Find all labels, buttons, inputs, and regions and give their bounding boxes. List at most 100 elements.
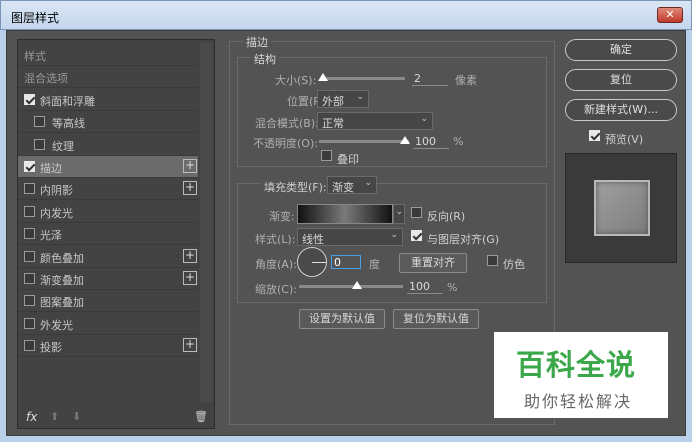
sidebar-item[interactable]: 内发光 [18,201,198,223]
add-effect-icon[interactable]: + [183,248,197,263]
watermark-subtitle: 助你轻松解决 [524,392,633,411]
sidebar-item-label: 内阴影 [40,184,73,198]
preview-shape [594,180,650,236]
reset-alignment-label: 重置对齐 [411,256,455,269]
preview-checkbox[interactable] [589,130,600,141]
reset-button[interactable]: 复位 [565,69,677,91]
sidebar-item-checkbox[interactable] [24,161,35,172]
sidebar-item-label: 投影 [40,341,62,355]
position-select[interactable]: 外部 ⌄ [317,90,369,108]
angle-unit: 度 [369,258,380,271]
angle-input[interactable]: 0 [331,255,361,269]
preview-label: 预览(V) [605,133,644,146]
opacity-input[interactable]: 100 [413,135,449,149]
opacity-slider[interactable] [319,140,409,143]
sidebar-item[interactable]: 内阴影 + [18,178,198,201]
sidebar-item-label: 图案叠加 [40,296,84,310]
sidebar-item-checkbox[interactable] [24,295,35,307]
gradient-label: 渐变: [269,210,295,223]
list-scrollbar[interactable] [200,42,212,402]
style-select[interactable]: 线性 ⌄ [297,228,403,246]
sidebar-item[interactable]: 颜色叠加 + [18,246,198,268]
gradient-swatch[interactable] [297,204,393,224]
size-slider-thumb[interactable] [318,73,328,81]
gradient-picker-button[interactable]: ⌄ [393,204,405,224]
angle-dial[interactable] [297,247,327,277]
set-default-button[interactable]: 设置为默认值 [299,309,385,329]
chevron-down-icon: ⌄ [390,230,398,240]
scale-unit: % [447,281,458,294]
overprint-checkbox[interactable] [321,150,332,161]
sidebar-item-label: 等高线 [52,117,85,131]
size-slider[interactable] [321,77,405,80]
sidebar-item[interactable]: 混合选项 [18,66,198,89]
sidebar-item-label: 混合选项 [24,72,68,86]
fill-type-select[interactable]: 渐变 ⌄ [327,176,377,194]
sidebar-item-label: 渐变叠加 [40,274,84,287]
fill-type-value: 渐变 [332,181,354,194]
blend-mode-label: 混合模式(B): [255,117,319,130]
sidebar-item-label: 斜面和浮雕 [40,94,95,108]
window-title: 图层样式 [11,11,60,25]
scale-input[interactable]: 100 [407,280,443,294]
sidebar-item-checkbox[interactable] [24,228,35,240]
move-up-icon[interactable]: ⬆ [50,410,59,423]
close-button[interactable]: ✕ [657,7,683,23]
sidebar-item-label: 外发光 [40,318,73,332]
align-with-layer-checkbox[interactable] [411,230,422,241]
sidebar-item-checkbox[interactable] [24,250,35,262]
sidebar-item[interactable]: 图案叠加 [18,290,198,313]
reset-alignment-button[interactable]: 重置对齐 [399,253,467,273]
sidebar-item[interactable]: 渐变叠加 + [18,268,198,290]
sidebar-item-label: 颜色叠加 [40,251,84,265]
structure-group-title: 结构 [251,51,279,67]
sidebar-item[interactable]: 光泽 [18,223,198,246]
opacity-slider-thumb[interactable] [400,136,410,144]
reverse-checkbox[interactable] [411,207,422,218]
blend-mode-select[interactable]: 正常 ⌄ [317,112,433,130]
reset-label: 复位 [610,73,632,86]
dither-checkbox[interactable] [487,255,498,266]
sidebar-item-checkbox[interactable] [24,273,35,284]
add-effect-icon[interactable]: + [183,159,197,173]
fx-icon[interactable]: fx [26,410,37,424]
sidebar-item[interactable]: 描边 + [18,156,198,178]
sidebar-item[interactable]: 纹理 [18,134,198,156]
add-effect-icon[interactable]: + [183,338,197,353]
scale-slider-thumb[interactable] [352,281,362,289]
watermark: 百科全说 助你轻松解决 [494,332,668,418]
add-effect-icon[interactable]: + [183,271,197,285]
sidebar-item-checkbox[interactable] [34,138,45,150]
trash-icon[interactable]: 🗑 [194,410,208,423]
scale-slider[interactable] [299,285,403,288]
ok-button[interactable]: 确定 [565,39,677,61]
position-value: 外部 [322,95,344,108]
opacity-unit: % [453,135,464,148]
move-down-icon[interactable]: ⬇ [72,410,81,423]
sidebar-item-checkbox[interactable] [24,205,35,217]
preview-thumbnail [565,153,677,263]
align-with-layer-label: 与图层对齐(G) [427,233,500,246]
reset-default-label: 复位为默认值 [403,312,469,325]
effects-list: fx ⬆ ⬇ 🗑 样式混合选项斜面和浮雕等高线纹理描边 + 内阴影 + 内发光光泽颜色叠… [17,39,215,429]
add-effect-icon[interactable]: + [183,181,197,196]
sidebar-item-checkbox[interactable] [24,317,35,329]
overprint-label: 叠印 [337,153,359,166]
sidebar-item-checkbox[interactable] [24,183,35,195]
sidebar-item[interactable]: 样式 [18,44,198,66]
sidebar-item-checkbox[interactable] [34,116,45,128]
sidebar-item[interactable]: 投影 + [18,335,198,358]
sidebar-item-label: 内发光 [40,206,73,220]
sidebar-item[interactable]: 等高线 [18,111,198,134]
reset-default-button[interactable]: 复位为默认值 [393,309,479,329]
sidebar-item-label: 光泽 [40,229,62,243]
sidebar-item[interactable]: 外发光 [18,313,198,335]
sidebar-item-checkbox[interactable] [24,93,35,105]
new-style-label: 新建样式(W)... [584,103,658,116]
sidebar-item-label: 描边 [40,162,62,175]
sidebar-item[interactable]: 斜面和浮雕 [18,89,198,111]
sidebar-item-checkbox[interactable] [24,340,35,352]
new-style-button[interactable]: 新建样式(W)... [565,99,677,121]
style-label: 样式(L): [255,233,296,246]
size-input[interactable]: 2 [412,72,448,86]
